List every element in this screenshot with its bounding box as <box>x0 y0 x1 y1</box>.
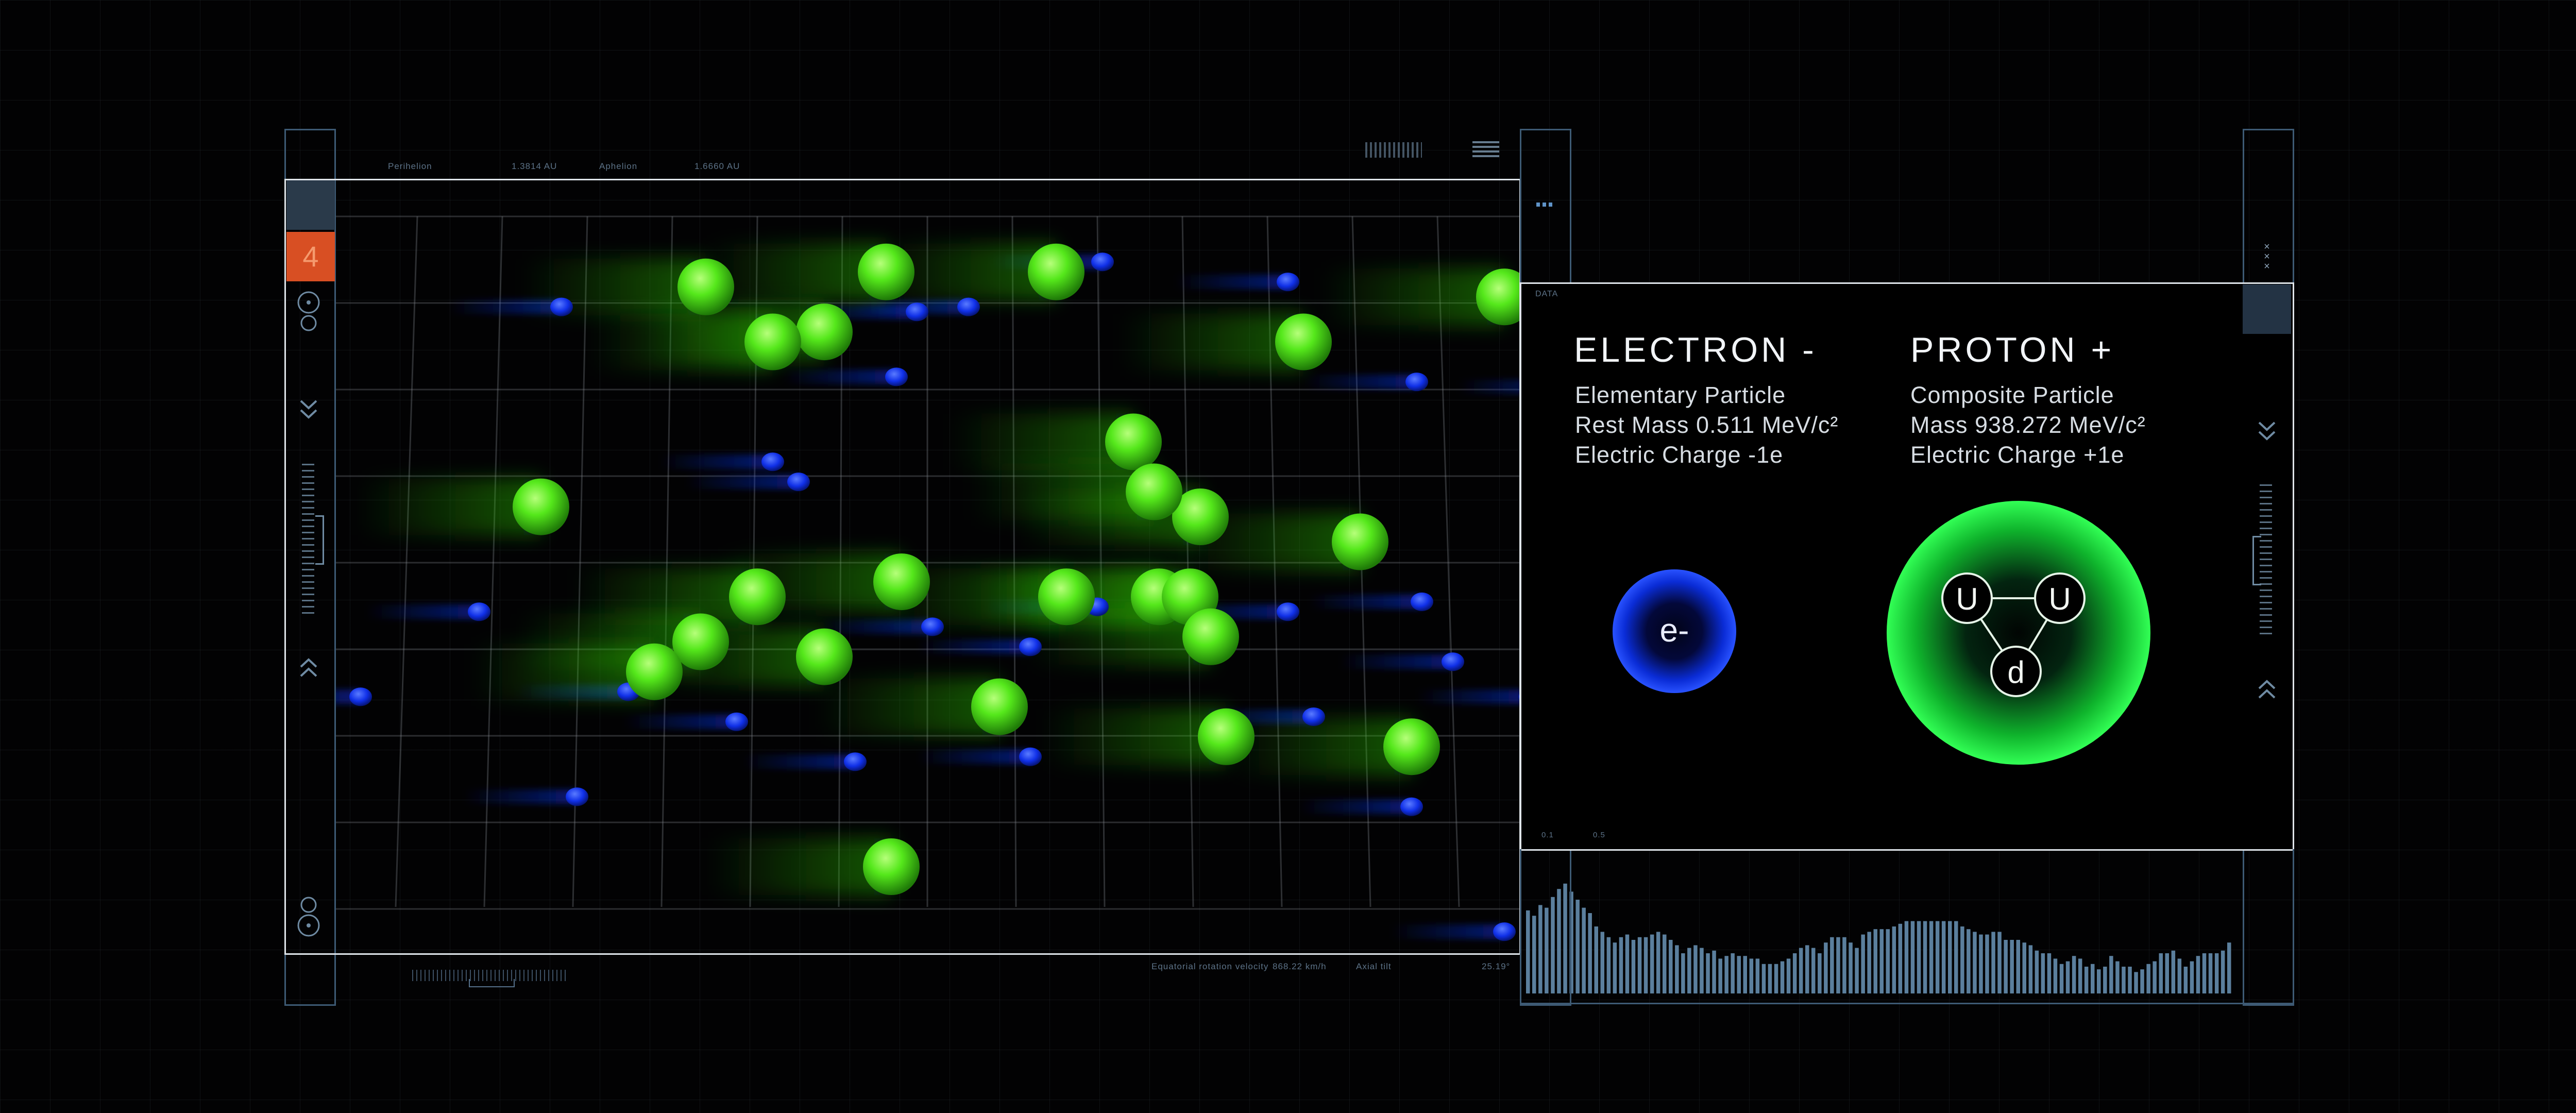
electron-info: Elementary Particle Rest Mass 0.511 MeV/… <box>1575 380 1838 470</box>
header-list-icon[interactable] <box>1472 141 1499 159</box>
tab-number[interactable]: 4 <box>286 232 335 281</box>
left-scroll-handle[interactable] <box>315 515 324 565</box>
electron-type: Elementary Particle <box>1575 382 1786 408</box>
footer-label-tilt: Axial tilt <box>1356 962 1392 971</box>
chevrons-up-icon[interactable] <box>2243 676 2291 705</box>
histogram-frame <box>1520 849 2294 1004</box>
electron-charge: Electric Charge -1e <box>1575 442 1784 468</box>
header-label-perihelion: Perihelion <box>388 161 432 171</box>
quark-down: d <box>2007 655 2024 689</box>
chevrons-up-icon[interactable] <box>284 654 333 684</box>
info-section-label: DATA <box>1535 290 1558 298</box>
header-label-aphelion: Aphelion <box>599 161 638 171</box>
close-x-icon[interactable]: × × × <box>2262 242 2272 273</box>
target-icon[interactable] <box>284 291 333 341</box>
grid-line <box>130 216 162 907</box>
scale-label-2: 0.5 <box>1593 831 1605 839</box>
footer-value-tilt: 25.19° <box>1482 962 1511 971</box>
quark-up-2: U <box>2048 582 2071 616</box>
proton-info: Composite Particle Mass 938.272 MeV/c² E… <box>1910 380 2146 470</box>
target-icon[interactable] <box>284 896 333 946</box>
footer-label-velocity: Equatorial rotation velocity <box>1151 962 1269 971</box>
electron-mass: Rest Mass 0.511 MeV/c² <box>1575 412 1839 438</box>
tab-top[interactable] <box>286 180 335 230</box>
grid-line <box>218 216 247 907</box>
proton-mass: Mass 938.272 MeV/c² <box>1910 412 2146 438</box>
electron-trail <box>969 1019 1082 1034</box>
electron-particle <box>1071 1017 1093 1036</box>
right-scrollbar[interactable] <box>2260 484 2272 639</box>
scale-label-1: 0.1 <box>1541 831 1554 839</box>
right-tab[interactable] <box>2243 284 2291 334</box>
chevrons-down-icon[interactable] <box>284 397 333 426</box>
footer-ruler-bracket <box>469 979 515 987</box>
electron-diagram: e- <box>1613 569 1736 693</box>
proton-type: Composite Particle <box>1910 382 2114 408</box>
quark-up-1: U <box>1956 582 1978 616</box>
electron-title: ELECTRON - <box>1574 330 1817 369</box>
header-value-aphelion: 1.6660 AU <box>694 161 740 171</box>
dots-icon[interactable] <box>1536 203 1553 207</box>
left-scrollbar[interactable] <box>302 464 314 618</box>
header-barcode-icon <box>1365 142 1422 158</box>
proton-charge: Electric Charge +1e <box>1910 442 2125 468</box>
electron-symbol: e- <box>1660 612 1689 649</box>
proton-diagram: U U d <box>1887 501 2150 765</box>
grid-line <box>41 216 77 907</box>
proton-title: PROTON + <box>1910 330 2115 369</box>
right-scroll-handle[interactable] <box>2252 536 2261 585</box>
footer-value-velocity: 868.22 km/h <box>1273 962 1327 971</box>
main-view-frame <box>284 179 1521 955</box>
chevrons-down-icon[interactable] <box>2243 418 2291 448</box>
header-value-perihelion: 1.3814 AU <box>512 161 557 171</box>
